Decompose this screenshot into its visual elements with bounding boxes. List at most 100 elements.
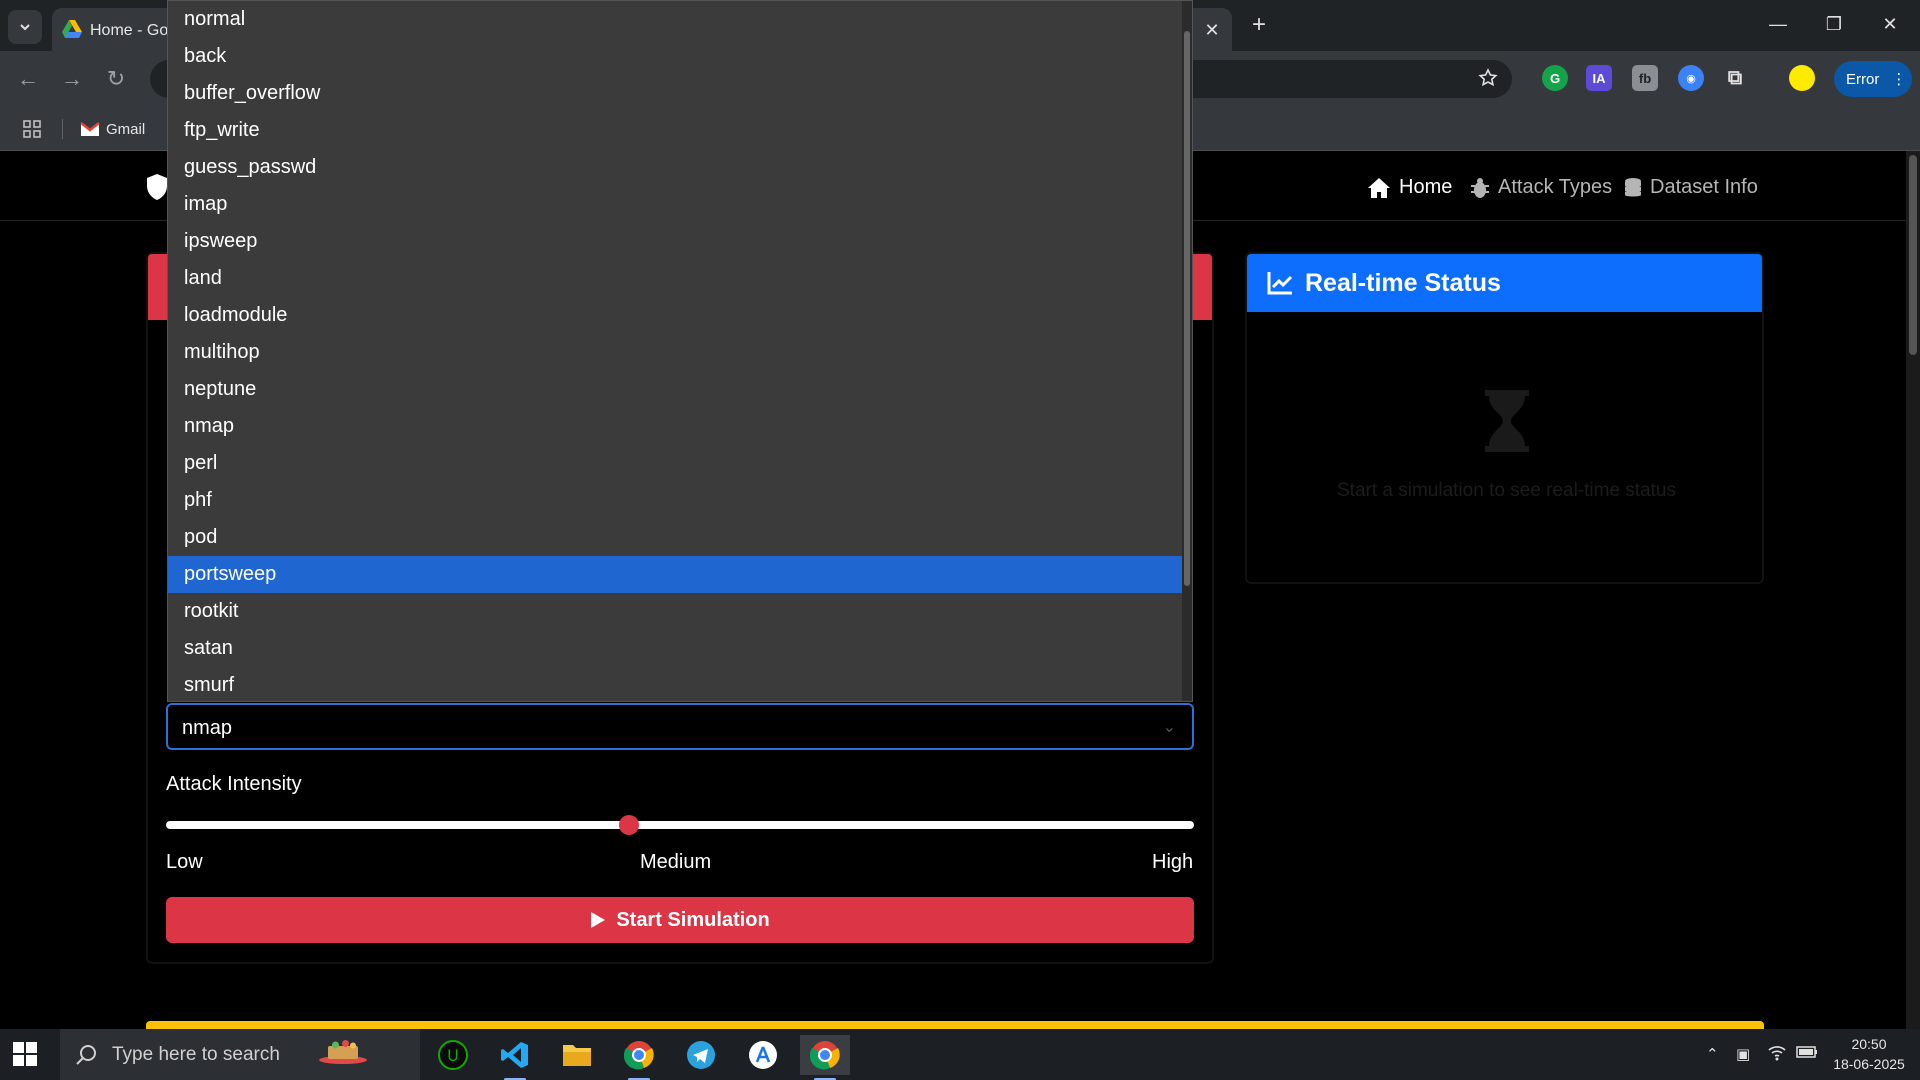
bookmark-gmail[interactable]: Gmail (80, 115, 145, 143)
grammarly-icon[interactable]: G (1542, 65, 1568, 91)
start-simulation-label: Start Simulation (616, 908, 770, 931)
extensions-puzzle-icon[interactable]: ⧉ (1722, 65, 1748, 91)
taskbar-search-placeholder: Type here to search (112, 1043, 280, 1065)
search-icon (76, 1044, 96, 1065)
nav-attack-types[interactable]: Attack Types (1470, 176, 1612, 199)
dropdown-option[interactable]: land (168, 260, 1192, 297)
chevron-down-icon: ⌄ (1162, 719, 1176, 736)
clock-date: 18-06-2025 (1833, 1056, 1905, 1072)
dropdown-option[interactable]: loadmodule (168, 297, 1192, 334)
telegram-icon[interactable] (676, 1035, 726, 1075)
wifi-icon[interactable] (1768, 1045, 1786, 1065)
error-button[interactable]: Error ⋮ (1834, 61, 1912, 97)
upwork-icon[interactable]: U (428, 1035, 478, 1075)
chrome-icon[interactable] (800, 1035, 850, 1080)
network-device-icon[interactable]: ▣ (1736, 1045, 1750, 1063)
start-simulation-button[interactable]: Start Simulation (166, 897, 1194, 943)
realtime-status-message: Start a simulation to see real-time stat… (1337, 480, 1676, 501)
realtime-status-card: Real-time Status Start a simulation to s… (1245, 252, 1764, 584)
file-explorer-icon[interactable] (552, 1035, 602, 1075)
dropdown-option[interactable]: guess_passwd (168, 149, 1192, 186)
battery-icon[interactable] (1796, 1045, 1818, 1063)
vscode-icon[interactable] (490, 1035, 540, 1080)
dropdown-option[interactable]: multihop (168, 334, 1192, 371)
profile-avatar[interactable] (1789, 65, 1815, 91)
divider (62, 119, 63, 139)
dropdown-option[interactable]: smurf (168, 667, 1192, 701)
error-label: Error (1846, 70, 1880, 88)
drive-icon (62, 20, 82, 38)
chevron-up-icon[interactable]: ⌃ (1706, 1045, 1719, 1063)
hourglass-icon (1485, 390, 1529, 452)
dropdown-option[interactable]: imap (168, 186, 1192, 223)
restore-button[interactable]: ❐ (1814, 8, 1854, 40)
nav-home-label: Home (1399, 176, 1453, 198)
intensity-low-label: Low (166, 851, 203, 873)
shield-icon[interactable] (145, 173, 169, 206)
nav-dataset-info[interactable]: Dataset Info (1624, 176, 1758, 199)
dropdown-option[interactable]: rootkit (168, 593, 1192, 630)
intensity-label: Attack Intensity (166, 773, 302, 795)
attack-type-value: nmap (182, 717, 233, 739)
realtime-status-header: Real-time Status (1247, 254, 1762, 312)
warning-card-edge (146, 1021, 1764, 1029)
clock-time: 20:50 (1851, 1036, 1887, 1052)
database-icon (1625, 177, 1641, 196)
fb-extension-icon[interactable]: fb (1632, 65, 1658, 91)
minimize-button[interactable]: — (1758, 8, 1798, 40)
dropdown-scrollbar[interactable] (1182, 1, 1192, 701)
app-store-icon[interactable] (738, 1035, 788, 1075)
dropdown-scrollbar-thumb[interactable] (1184, 31, 1190, 586)
picnic-basket-icon (318, 1031, 368, 1071)
ia-extension-icon[interactable]: IA (1586, 65, 1612, 91)
play-icon (591, 912, 606, 928)
forward-icon[interactable]: → (56, 63, 88, 95)
reload-icon[interactable]: ↻ (100, 63, 132, 95)
dropdown-option[interactable]: ftp_write (168, 112, 1192, 149)
svg-text:U: U (447, 1046, 459, 1065)
dropdown-option[interactable]: perl (168, 445, 1192, 482)
windows-taskbar: Type here to search U ⌃ ▣ 20:50 18-06-20… (0, 1029, 1920, 1080)
chevron-down-icon (20, 24, 30, 31)
bookmark-star-icon[interactable] (1478, 68, 1498, 93)
dropdown-option[interactable]: satan (168, 630, 1192, 667)
dropdown-option[interactable]: ipsweep (168, 223, 1192, 260)
nav-dataset-info-label: Dataset Info (1650, 176, 1758, 198)
dropdown-option[interactable]: nmap (168, 408, 1192, 445)
bookmark-label: Gmail (106, 120, 146, 138)
intensity-medium-label: Medium (640, 851, 712, 873)
back-icon[interactable]: ← (12, 63, 44, 95)
dropdown-option[interactable]: buffer_overflow (168, 75, 1192, 112)
chrome-profile-icon[interactable] (614, 1035, 664, 1080)
dropdown-option[interactable]: back (168, 38, 1192, 75)
extension-icon[interactable]: ◉ (1678, 65, 1704, 91)
intensity-slider-track[interactable] (166, 821, 1194, 829)
close-tab-icon[interactable]: ✕ (1200, 18, 1224, 42)
system-clock[interactable]: 20:50 18-06-2025 (1826, 1034, 1912, 1074)
intensity-slider-thumb[interactable] (618, 815, 639, 835)
page-scrollbar-thumb[interactable] (1909, 155, 1917, 355)
dropdown-option[interactable]: pod (168, 519, 1192, 556)
menu-dots-icon: ⋮ (1891, 71, 1907, 88)
apps-grid-icon[interactable] (22, 119, 42, 144)
attack-type-dropdown-list[interactable]: normal back buffer_overflow ftp_write guess_… (167, 0, 1193, 702)
tab-title: Home - Goc (90, 22, 177, 39)
gmail-icon (80, 122, 100, 136)
chart-line-icon (1267, 272, 1293, 295)
tab-search-button[interactable] (8, 10, 42, 44)
dropdown-option[interactable]: portsweep (168, 556, 1192, 593)
close-window-button[interactable]: ✕ (1870, 8, 1910, 40)
attack-type-select[interactable]: nmap ⌄ (166, 703, 1194, 750)
dropdown-option[interactable]: neptune (168, 371, 1192, 408)
page-scrollbar[interactable] (1906, 151, 1920, 1029)
nav-home[interactable]: Home (1367, 176, 1452, 199)
dropdown-option[interactable]: phf (168, 482, 1192, 519)
bug-icon (1471, 177, 1489, 198)
realtime-status-title: Real-time Status (1305, 268, 1501, 297)
new-tab-button[interactable]: + (1244, 10, 1274, 40)
dropdown-option[interactable]: normal (168, 1, 1192, 38)
home-icon (1368, 177, 1390, 198)
intensity-high-label: High (1152, 851, 1194, 873)
windows-start-icon[interactable] (10, 1039, 40, 1074)
nav-attack-types-label: Attack Types (1498, 176, 1613, 198)
